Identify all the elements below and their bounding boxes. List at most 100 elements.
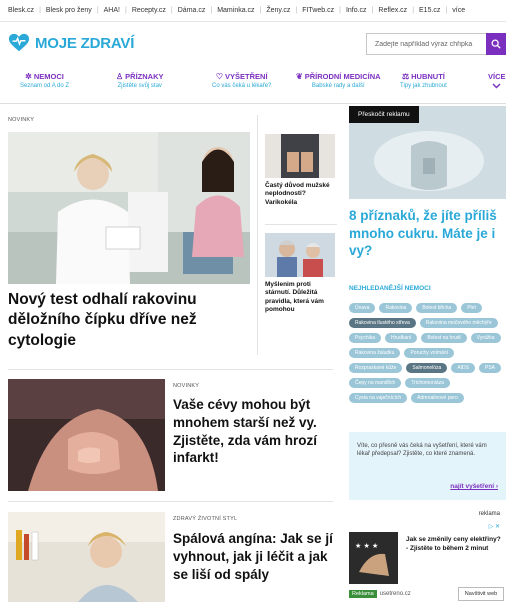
disease-tag[interactable]: Cysta na vaječnících xyxy=(349,393,408,403)
side-divider xyxy=(265,224,337,225)
nav-label: VÍCE xyxy=(488,72,506,81)
article-divider xyxy=(8,369,333,370)
article-kicker: ZDRAVÝ ŽIVOTNÍ STYL xyxy=(173,516,238,522)
disease-tag[interactable]: Čepy na mandlích xyxy=(349,378,402,388)
portal-separator: | xyxy=(445,7,448,14)
portal-link[interactable]: Info.cz xyxy=(346,7,367,14)
heart-logo-icon xyxy=(8,33,30,52)
site-logo[interactable]: MOJE ZDRAVÍ xyxy=(8,32,134,54)
ad-domain: usetreno.cz xyxy=(379,591,411,597)
nav-label-text: HUBNUTÍ xyxy=(411,72,445,81)
promo-title[interactable]: 8 příznaků, že jíte příliš mnoho cukru. … xyxy=(349,207,506,260)
portal-link[interactable]: Dáma.cz xyxy=(178,7,206,14)
nav-label-text: PŘÍZNAKY xyxy=(125,72,164,81)
portal-link[interactable]: Ženy.cz xyxy=(266,7,290,14)
hero-image[interactable] xyxy=(8,132,250,284)
nav-label: ✲ NEMOCI xyxy=(20,72,69,81)
portal-separator: | xyxy=(96,7,99,14)
nav-item-4[interactable]: ⚖ HUBNUTÍ Tipy jak zhubnout xyxy=(400,72,447,89)
column-divider xyxy=(257,115,258,355)
ad-source: Reklama usetreno.cz xyxy=(349,590,411,598)
disease-tag[interactable]: Bolest břicha xyxy=(416,303,458,313)
search-button[interactable] xyxy=(486,33,506,55)
hero-kicker: NOVINKY xyxy=(8,117,35,123)
article-image[interactable] xyxy=(8,379,165,491)
diseases-heading: NEJHLEDANĚJŠÍ NEMOCI xyxy=(349,285,431,292)
ad-image[interactable]: ★ ★ ★ xyxy=(349,532,398,584)
portal-link[interactable]: Recepty.cz xyxy=(132,7,166,14)
disease-tag[interactable]: Bolest na hrudi xyxy=(421,333,467,343)
ad-text[interactable]: Jak se změnily ceny elektřiny? - Zjistět… xyxy=(406,536,502,554)
nav-subtitle: Co vás čeká u lékaře? xyxy=(212,83,272,89)
search-input[interactable] xyxy=(366,33,486,55)
logo-text: MOJE ZDRAVÍ xyxy=(35,34,135,52)
nav-subtitle: Tipy jak zhubnout xyxy=(400,83,447,89)
portal-link[interactable]: Blesk pro ženy xyxy=(46,7,92,14)
portal-separator: | xyxy=(39,7,41,14)
nav-label: ⚖ HUBNUTÍ xyxy=(400,72,447,81)
article-image[interactable] xyxy=(8,512,165,602)
disease-tag[interactable]: PSA xyxy=(479,363,502,373)
portal-link[interactable]: Maminka.cz xyxy=(217,7,254,14)
disease-tag[interactable]: Trichomoniáza xyxy=(405,378,450,388)
skip-ad-button[interactable]: Přeskočit reklamu xyxy=(349,106,419,123)
nav-item-3[interactable]: ❦ PŘÍRODNÍ MEDICÍNA Babské rady a další xyxy=(296,72,381,89)
portal-link[interactable]: Reflex.cz xyxy=(378,7,407,14)
svg-text:★ ★ ★: ★ ★ ★ xyxy=(355,542,378,550)
find-exam-link[interactable]: najít vyšetření › xyxy=(450,483,498,490)
hero-title[interactable]: Nový test odhalí rakovinu děložního čípk… xyxy=(8,290,248,351)
portal-link[interactable]: E15.cz xyxy=(419,7,440,14)
side-article-image xyxy=(265,233,335,277)
disease-tag[interactable]: Rakovina tlustého střeva xyxy=(349,318,416,328)
info-text: Víte, co přesně vás čeká na vyšetření, k… xyxy=(357,443,487,458)
adchoices-icon[interactable]: ▷ ✕ xyxy=(489,523,500,530)
scale-icon: ⚖ xyxy=(401,72,410,81)
side-article-2[interactable]: Myšlenim proti stárnutí. Důležitá pravid… xyxy=(265,233,337,315)
ad-badge: Reklama xyxy=(349,590,377,598)
disease-tag[interactable]: Adrenalinové pero xyxy=(411,393,464,403)
virus-icon: ✲ xyxy=(25,72,32,81)
video-ad[interactable]: Přeskočit reklamu xyxy=(349,106,506,199)
portal-bar: Blesk.cz | Blesk pro ženy | AHA! | Recepty.cz |… xyxy=(0,0,506,22)
disease-tag[interactable]: Poruchy vnímání xyxy=(404,348,454,358)
portal-link[interactable]: FITweb.cz xyxy=(302,7,334,14)
nav-item-1[interactable]: ♙ PŘÍZNAKY Zjistěte svůj stav xyxy=(116,72,164,89)
portal-separator: | xyxy=(210,7,213,14)
disease-tag[interactable]: Plet xyxy=(461,303,482,313)
article-kicker: NOVINKY xyxy=(173,383,200,389)
portal-link[interactable]: AHA! xyxy=(104,7,120,14)
disease-tag[interactable]: Vyrážka xyxy=(470,333,501,343)
portal-link[interactable]: Blesk.cz xyxy=(8,7,34,14)
disease-tag[interactable]: Rakovina xyxy=(379,303,413,313)
nav-item-0[interactable]: ✲ NEMOCI Seznam od A do Z xyxy=(20,72,69,89)
nav-label: ❦ PŘÍRODNÍ MEDICÍNA xyxy=(296,72,381,81)
ad-label: reklama xyxy=(478,511,500,517)
disease-tag[interactable]: Rakovina močového měchýře xyxy=(419,318,498,328)
disease-tag[interactable]: Salmonelóza xyxy=(406,363,448,373)
portal-separator: | xyxy=(124,7,127,14)
nav-label: ♡ VYŠETŘENÍ xyxy=(212,72,271,81)
leaf-icon: ❦ xyxy=(296,72,303,81)
disease-tag[interactable]: Hrudkaní xyxy=(385,333,418,343)
disease-tag[interactable]: Rozpraskané kůže xyxy=(349,363,403,373)
search-icon xyxy=(491,39,501,49)
visit-web-button[interactable]: Navštivit web xyxy=(458,587,504,601)
portal-separator: | xyxy=(259,7,262,14)
article-title[interactable]: Vaše cévy mohou být mnohem starší než vy… xyxy=(173,396,335,467)
stethoscope-icon: ♡ xyxy=(215,72,224,81)
nav-subtitle: Seznam od A do Z xyxy=(20,83,70,89)
portal-more-link[interactable]: více xyxy=(452,7,465,14)
article-title[interactable]: Spálová angína: Jak se jí vyhnout, jak j… xyxy=(173,530,335,583)
disease-tag[interactable]: AIDS xyxy=(451,363,475,373)
disease-tag[interactable]: Rakovina žaludku xyxy=(349,348,401,358)
portal-separator: | xyxy=(371,7,374,14)
disease-tag[interactable]: Únava xyxy=(349,303,376,313)
site-header: MOJE ZDRAVÍ xyxy=(0,22,506,66)
side-article-1[interactable]: Častý důvod mužské neplodnosti? Varikoké… xyxy=(265,134,337,207)
nav-item-2[interactable]: ♡ VYŠETŘENÍ Co vás čeká u lékaře? xyxy=(212,72,271,89)
main-nav: ✲ NEMOCI Seznam od A do Z ♙ PŘÍZNAKY Zjistěte… xyxy=(0,70,506,104)
nav-label-text: NEMOCI xyxy=(33,72,64,81)
disease-tag[interactable]: Psychika xyxy=(349,333,382,343)
nav-label: ♙ PŘÍZNAKY xyxy=(116,72,164,81)
nav-item-5[interactable]: VÍCE xyxy=(488,72,506,91)
